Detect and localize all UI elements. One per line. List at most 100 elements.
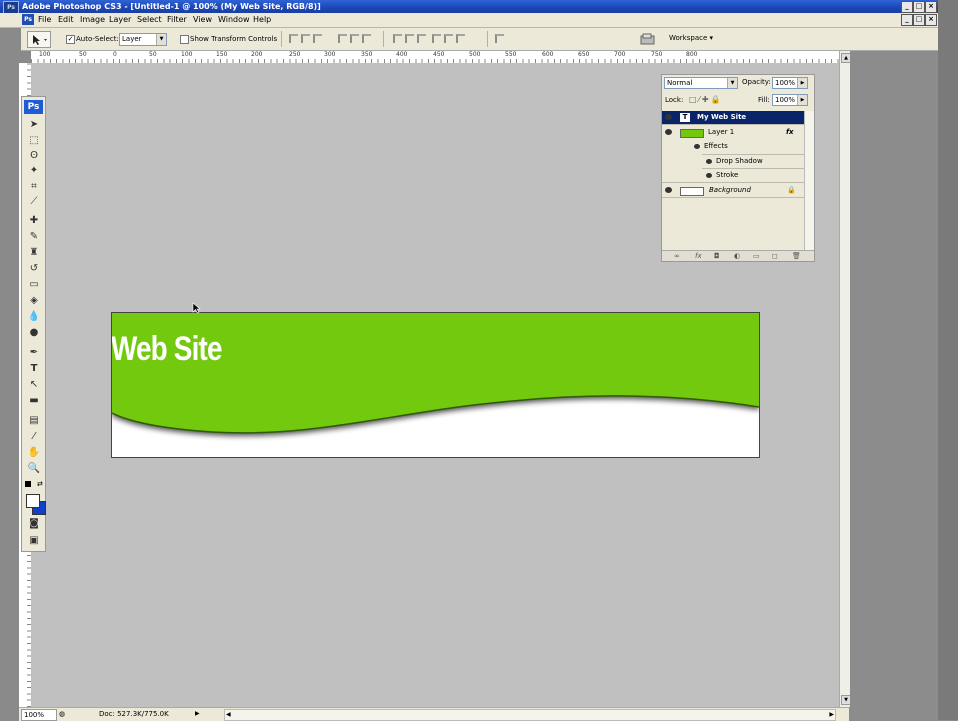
blur-tool-icon[interactable]: 💧 bbox=[27, 311, 41, 323]
distribute-hcenter-icon[interactable] bbox=[443, 34, 453, 43]
foreground-color-swatch[interactable] bbox=[26, 494, 40, 508]
lock-icons[interactable]: □⁄✚🔒 bbox=[689, 95, 723, 104]
pen-tool-icon[interactable]: ✒ bbox=[27, 347, 41, 359]
dodge-tool-icon[interactable]: ● bbox=[27, 327, 41, 339]
close-button[interactable]: × bbox=[925, 1, 937, 13]
add-style-icon[interactable]: fx bbox=[695, 251, 702, 261]
eye-icon[interactable] bbox=[694, 144, 700, 149]
status-bar: 100% ◍ Doc: 527.3K/775.0K ▶ ◀ ▶ bbox=[19, 707, 849, 721]
paint-bucket-tool-icon[interactable]: ◈ bbox=[27, 295, 41, 307]
mouse-cursor-icon bbox=[192, 302, 201, 314]
auto-select-checkbox[interactable]: ✓ bbox=[66, 35, 75, 44]
show-transform-checkbox[interactable] bbox=[180, 35, 189, 44]
align-hcenter-icon[interactable] bbox=[350, 34, 360, 43]
shape-tool-icon[interactable]: ▬ bbox=[27, 395, 41, 407]
menu-window[interactable]: Window bbox=[218, 15, 250, 24]
menu-image[interactable]: Image bbox=[80, 15, 105, 24]
healing-brush-tool-icon[interactable]: ✚ bbox=[27, 215, 41, 227]
divider bbox=[662, 197, 806, 198]
scroll-right-icon[interactable]: ▶ bbox=[829, 709, 834, 721]
layer-row-background[interactable]: Background 🔒 bbox=[662, 184, 806, 197]
eraser-tool-icon[interactable]: ▭ bbox=[27, 279, 41, 291]
eye-icon[interactable] bbox=[706, 173, 712, 178]
auto-select-dropdown[interactable]: Layer ▼ bbox=[119, 33, 167, 46]
clone-stamp-tool-icon[interactable]: ♜ bbox=[27, 247, 41, 259]
default-colors-icon[interactable] bbox=[25, 481, 31, 487]
minimize-button[interactable]: _ bbox=[901, 1, 913, 13]
status-menu-icon[interactable]: ▶ bbox=[195, 708, 200, 720]
opacity-field[interactable]: 100% ▶ bbox=[772, 77, 808, 89]
distribute-bottom-icon[interactable] bbox=[417, 34, 426, 43]
maximize-button[interactable]: □ bbox=[913, 1, 925, 13]
menu-select[interactable]: Select bbox=[137, 15, 162, 24]
layers-scrollbar[interactable] bbox=[804, 111, 814, 251]
document-canvas[interactable]: Web Site bbox=[111, 312, 760, 458]
effect-row-stroke[interactable]: Stroke bbox=[662, 169, 806, 182]
move-tool-icon bbox=[33, 35, 47, 45]
layer-effects-row[interactable]: Effects bbox=[662, 140, 806, 153]
adjustment-layer-icon[interactable]: ◐ bbox=[734, 251, 740, 261]
layer-row-layer-1[interactable]: Layer 1 fx bbox=[662, 126, 806, 139]
auto-align-button[interactable] bbox=[495, 34, 507, 44]
menu-bar: Ps File Edit Image Layer Select Filter V… bbox=[0, 13, 958, 28]
distribute-right-icon[interactable] bbox=[455, 34, 465, 43]
menu-layer[interactable]: Layer bbox=[109, 15, 131, 24]
type-tool-icon[interactable]: T bbox=[27, 363, 41, 375]
hand-tool-icon[interactable]: ✋ bbox=[27, 447, 41, 459]
zoom-tool-icon[interactable]: 🔍 bbox=[27, 463, 41, 475]
layer-row-my-web-site[interactable]: T My Web Site bbox=[662, 111, 806, 124]
effect-row-drop-shadow[interactable]: Drop Shadow bbox=[662, 155, 806, 168]
link-layers-icon[interactable]: ∞ bbox=[674, 251, 680, 261]
fill-field[interactable]: 100% ▶ bbox=[772, 94, 808, 106]
align-bottom-icon[interactable] bbox=[313, 34, 322, 43]
add-mask-icon[interactable]: ◘ bbox=[714, 251, 720, 261]
new-layer-icon[interactable]: ◻ bbox=[772, 251, 778, 261]
tool-preset-picker[interactable] bbox=[27, 31, 51, 48]
distribute-top-icon[interactable] bbox=[393, 34, 402, 43]
brush-tool-icon[interactable]: ✎ bbox=[27, 231, 41, 243]
path-selection-tool-icon[interactable]: ↖ bbox=[27, 379, 41, 391]
scroll-left-icon[interactable]: ◀ bbox=[226, 709, 231, 721]
history-brush-tool-icon[interactable]: ↺ bbox=[27, 263, 41, 275]
doc-minimize-button[interactable]: _ bbox=[901, 14, 913, 26]
eye-icon[interactable] bbox=[665, 114, 672, 120]
move-tool-icon[interactable]: ➤ bbox=[27, 119, 41, 131]
trash-icon[interactable]: 🗑 bbox=[792, 251, 801, 261]
menu-view[interactable]: View bbox=[193, 15, 212, 24]
screen-mode-icon[interactable]: ▣ bbox=[27, 535, 41, 547]
menu-file[interactable]: File bbox=[38, 15, 51, 24]
swap-colors-icon[interactable]: ⇄ bbox=[37, 480, 43, 488]
align-top-icon[interactable] bbox=[289, 34, 298, 43]
slice-tool-icon[interactable]: ⟋ bbox=[27, 196, 41, 208]
menu-filter[interactable]: Filter bbox=[167, 15, 187, 24]
marquee-tool-icon[interactable]: ⬚ bbox=[27, 135, 41, 147]
distribute-left-icon[interactable] bbox=[431, 34, 441, 43]
workspace-button[interactable]: Workspace ▾ bbox=[669, 34, 713, 42]
distribute-vcenter-icon[interactable] bbox=[405, 34, 414, 43]
quick-mask-icon[interactable]: ◙ bbox=[27, 518, 41, 530]
blend-mode-dropdown[interactable]: Normal ▼ bbox=[664, 77, 738, 89]
menu-edit[interactable]: Edit bbox=[58, 15, 74, 24]
notes-tool-icon[interactable]: ▤ bbox=[27, 415, 41, 427]
crop-tool-icon[interactable]: ⌗ bbox=[27, 181, 41, 193]
document-icon[interactable]: Ps bbox=[22, 14, 34, 25]
align-right-icon[interactable] bbox=[362, 34, 372, 43]
new-group-icon[interactable]: ▭ bbox=[753, 251, 760, 261]
horizontal-scrollbar[interactable]: ◀ ▶ bbox=[224, 709, 836, 721]
doc-close-button[interactable]: × bbox=[925, 14, 937, 26]
zoom-field[interactable]: 100% bbox=[21, 709, 57, 721]
lasso-tool-icon[interactable]: ʘ bbox=[27, 150, 41, 162]
fx-icon[interactable]: fx bbox=[786, 126, 794, 139]
align-vcenter-icon[interactable] bbox=[301, 34, 310, 43]
menu-help[interactable]: Help bbox=[253, 15, 271, 24]
align-left-icon[interactable] bbox=[338, 34, 348, 43]
ruler-label: 150 bbox=[216, 51, 228, 58]
eye-icon[interactable] bbox=[665, 187, 672, 193]
eye-icon[interactable] bbox=[665, 129, 672, 135]
eyedropper-tool-icon[interactable]: ⁄ bbox=[27, 431, 41, 443]
doc-restore-button[interactable]: □ bbox=[913, 14, 925, 26]
eye-icon[interactable] bbox=[706, 159, 712, 164]
magic-wand-tool-icon[interactable]: ✦ bbox=[27, 165, 41, 177]
status-icon[interactable]: ◍ bbox=[59, 708, 65, 720]
palette-well-icon[interactable] bbox=[640, 33, 656, 45]
